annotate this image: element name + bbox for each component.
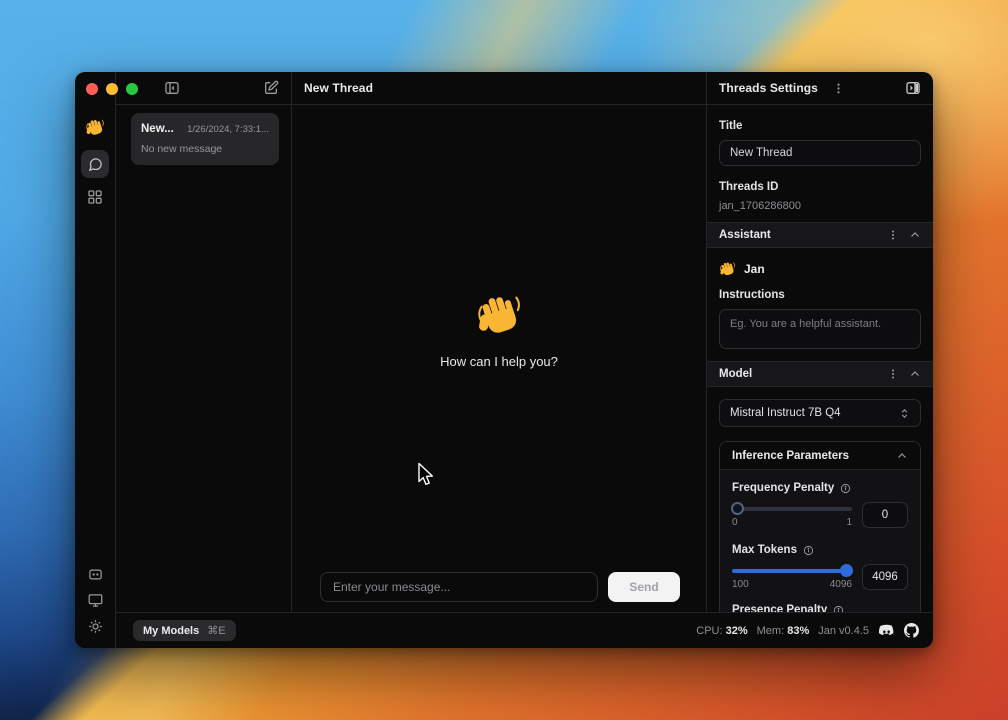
assistant-menu-icon[interactable]	[887, 229, 899, 241]
instructions-textarea[interactable]	[719, 309, 921, 349]
desktop-wallpaper: New... 1/26/2024, 7:33:1... No new messa…	[0, 0, 1008, 720]
server-dots-icon[interactable]	[88, 567, 103, 582]
threads-settings-panel: Threads Settings Title Threads ID jan_17…	[707, 72, 933, 612]
max-tokens-min: 100	[732, 579, 749, 590]
assistant-avatar-wave-icon	[719, 260, 736, 277]
chat-header: New Thread	[292, 72, 706, 105]
model-section-header[interactable]: Model	[707, 361, 933, 387]
max-tokens-max: 4096	[830, 579, 852, 590]
threads-id-value: jan_1706286800	[707, 200, 933, 212]
max-tokens-label-row: Max Tokens	[732, 544, 908, 556]
thread-title-input[interactable]	[719, 140, 921, 166]
model-selected-value: Mistral Instruct 7B Q4	[730, 407, 841, 419]
my-models-label: My Models	[143, 625, 199, 637]
max-tokens-label: Max Tokens	[732, 544, 797, 556]
mem-stat: Mem: 83%	[757, 625, 810, 637]
thread-list-header	[116, 72, 291, 105]
thread-item-timestamp: 1/26/2024, 7:33:1...	[187, 124, 269, 135]
max-tokens-slider[interactable]	[732, 569, 852, 573]
jan-logo-wave-icon[interactable]	[85, 117, 105, 137]
thread-list-panel: New... 1/26/2024, 7:33:1... No new messa…	[116, 72, 292, 612]
frequency-penalty-label-row: Frequency Penalty	[732, 482, 908, 494]
empty-state: How can I help you?	[292, 290, 706, 369]
threads-settings-header: Threads Settings	[707, 72, 933, 105]
info-icon[interactable]	[833, 605, 844, 613]
cpu-stat: CPU: 32%	[696, 625, 747, 637]
my-models-shortcut: ⌘E	[207, 624, 225, 637]
chat-bubble-icon	[88, 157, 103, 172]
close-window-button[interactable]	[86, 83, 98, 95]
chevrons-up-down-icon	[899, 408, 910, 419]
threads-settings-title: Threads Settings	[719, 81, 818, 95]
zoom-window-button[interactable]	[126, 83, 138, 95]
send-button[interactable]: Send	[608, 572, 680, 602]
threads-id-label: Threads ID	[707, 181, 933, 193]
model-section-title: Model	[719, 368, 877, 380]
inference-parameters-title: Inference Parameters	[732, 450, 849, 462]
max-tokens-value[interactable]: 4096	[862, 564, 908, 590]
inference-parameters-card: Inference Parameters Frequency Penalty	[719, 441, 921, 612]
assistant-section-title: Assistant	[719, 229, 877, 241]
assistant-collapse-icon[interactable]	[909, 229, 921, 241]
my-models-button[interactable]: My Models ⌘E	[133, 620, 236, 641]
presence-penalty-label: Presence Penalty	[732, 604, 827, 612]
discord-icon[interactable]	[878, 624, 895, 638]
model-menu-icon[interactable]	[887, 368, 899, 380]
assistant-name: Jan	[744, 262, 765, 276]
collapse-sidebar-icon[interactable]	[164, 80, 180, 96]
thread-list-item[interactable]: New... 1/26/2024, 7:33:1... No new messa…	[131, 113, 279, 165]
app-version: Jan v0.4.5	[818, 625, 869, 637]
apps-grid-icon[interactable]	[87, 189, 103, 205]
new-thread-icon[interactable]	[263, 80, 279, 96]
frequency-penalty-value[interactable]: 0	[862, 502, 908, 528]
message-input[interactable]	[320, 572, 598, 602]
chat-body: How can I help you? Send	[292, 105, 706, 612]
inference-parameters-header[interactable]: Inference Parameters	[720, 442, 920, 470]
info-icon[interactable]	[840, 483, 851, 494]
jan-app-window: New... 1/26/2024, 7:33:1... No new messa…	[75, 72, 933, 648]
max-tokens-slider-knob[interactable]	[840, 564, 853, 577]
settings-gear-icon[interactable]	[88, 619, 103, 634]
message-composer: Send	[320, 572, 680, 602]
instructions-label: Instructions	[707, 289, 933, 301]
left-rail	[75, 72, 116, 648]
greeting-text: How can I help you?	[440, 354, 558, 369]
frequency-penalty-slider[interactable]	[732, 507, 852, 511]
thread-item-title: New...	[141, 123, 174, 135]
minimize-window-button[interactable]	[106, 83, 118, 95]
chat-title: New Thread	[304, 81, 373, 95]
nav-chat-active[interactable]	[81, 150, 109, 178]
presence-penalty-label-row: Presence Penalty	[732, 604, 908, 612]
system-monitor-icon[interactable]	[88, 593, 103, 608]
frequency-penalty-max: 1	[846, 517, 852, 528]
inference-collapse-icon[interactable]	[896, 450, 908, 462]
status-bar: My Models ⌘E CPU: 32% Mem: 83% Jan v0.4.…	[116, 612, 933, 648]
model-collapse-icon[interactable]	[909, 368, 921, 380]
info-icon[interactable]	[803, 545, 814, 556]
toggle-right-panel-icon[interactable]	[905, 80, 921, 96]
frequency-penalty-slider-knob[interactable]	[731, 502, 744, 515]
frequency-penalty-label: Frequency Penalty	[732, 482, 834, 494]
system-stats: CPU: 32% Mem: 83% Jan v0.4.5	[696, 623, 919, 638]
model-select[interactable]: Mistral Instruct 7B Q4	[719, 399, 921, 427]
threads-settings-menu-icon[interactable]	[832, 82, 845, 95]
wave-hand-icon	[475, 290, 523, 338]
frequency-penalty-min: 0	[732, 517, 738, 528]
threads-settings-body: Title Threads ID jan_1706286800 Assistan…	[707, 105, 933, 612]
assistant-identity: Jan	[707, 260, 933, 277]
github-icon[interactable]	[904, 623, 919, 638]
window-controls	[86, 83, 138, 95]
title-label: Title	[707, 120, 933, 132]
chat-panel: New Thread How can I help you? Send	[292, 72, 707, 612]
assistant-section-header[interactable]: Assistant	[707, 222, 933, 248]
thread-item-preview: No new message	[141, 143, 269, 155]
